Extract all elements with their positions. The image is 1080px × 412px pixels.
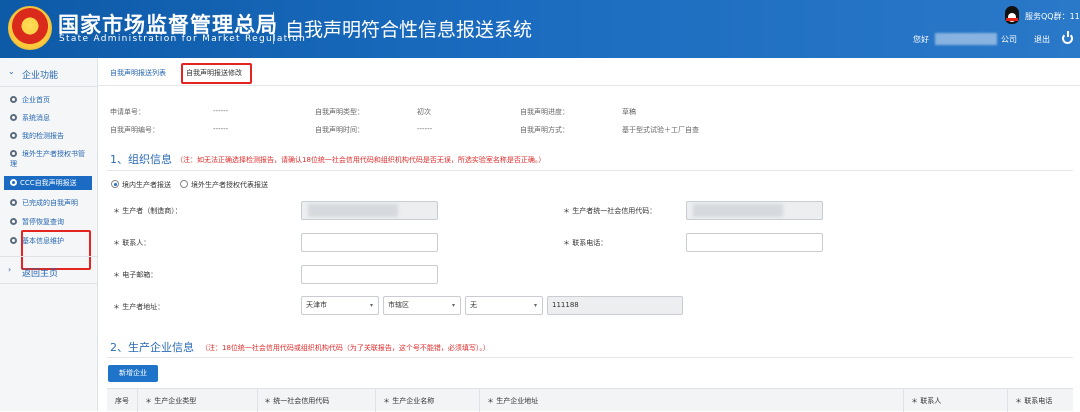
bullet-icon [10, 132, 17, 139]
sidebar-item-ccc-declaration[interactable]: CCC自我声明报送 [4, 176, 92, 190]
decl-progress-label: 自我声明进度： [520, 108, 569, 116]
contact-field[interactable] [301, 233, 438, 252]
power-icon[interactable] [1062, 31, 1073, 44]
dropdown-arrow-icon: ▾ [533, 302, 537, 309]
credit-code-label: ＊ 生产者统一社会信用代码： [563, 207, 657, 215]
qq-penguin-icon [1003, 6, 1021, 26]
bullet-icon [10, 199, 17, 206]
district-select[interactable]: 市辖区 ▾ [383, 296, 461, 315]
column-separator [479, 389, 480, 412]
section-divider [107, 170, 1073, 171]
decl-type-label: 自我声明类型： [315, 108, 364, 116]
column-header: ＊ 统一社会信用代码 [264, 397, 330, 405]
sidebar-divider [0, 283, 98, 284]
column-header: ＊ 生产企业名称 [383, 397, 435, 405]
column-header: ＊ 生产企业地址 [487, 397, 539, 405]
column-header: ＊ 联系人 [911, 397, 942, 405]
decl-type-value: 初次 [417, 108, 431, 116]
street-select[interactable]: 无 ▾ [465, 296, 543, 315]
email-label: ＊ 电子邮箱： [113, 271, 158, 279]
dropdown-arrow-icon: ▾ [369, 302, 373, 309]
producer-name-field[interactable] [301, 201, 438, 220]
bullet-icon [10, 150, 17, 157]
section-org-info-note: （注：如无法正确选择检测报告，请确认18位统一社会信用代码和组织机构代码是否无误… [176, 156, 546, 164]
sidebar-return-home[interactable]: › 返回主页 [0, 262, 98, 282]
system-name: 自我声明符合性信息报送系统 [285, 19, 533, 41]
radio-overseas-label: 境外生产者授权代表报送 [191, 181, 268, 189]
company-link[interactable]: 公司 [1001, 34, 1017, 45]
tab-declaration-list[interactable]: 自我声明报送列表 [110, 68, 166, 78]
bullet-icon [10, 179, 17, 186]
sidebar-divider [0, 86, 98, 87]
logout-link[interactable]: 退出 [1034, 34, 1050, 45]
column-separator [903, 389, 904, 412]
sidebar-divider [0, 256, 98, 257]
chevron-down-icon: ⌄ [8, 67, 15, 76]
email-field[interactable] [301, 265, 438, 284]
decl-no-value: ------ [213, 125, 229, 133]
address-label: ＊ 生产者地址： [113, 303, 165, 311]
app-header: ★ 国家市场监督管理总局 State Administration for Ma… [0, 0, 1080, 58]
column-separator [257, 389, 258, 412]
phone-label: ＊ 联系电话： [563, 239, 608, 247]
national-emblem-icon: ★ [8, 6, 52, 50]
bullet-icon [10, 237, 17, 244]
column-separator [375, 389, 376, 412]
section-divider [107, 357, 1073, 358]
phone-field[interactable] [686, 233, 823, 252]
company-table-header: 序号 ＊ 生产企业类型 ＊ 统一社会信用代码 ＊ 生产企业名称 ＊ 生产企业地址… [107, 388, 1073, 412]
highlight-box-tab [181, 63, 252, 84]
radio-overseas-representative[interactable] [180, 180, 188, 188]
decl-time-value: ------ [417, 125, 433, 133]
column-separator [1007, 389, 1008, 412]
radio-domestic-label: 境内生产者报送 [122, 181, 171, 189]
radio-domestic-producer[interactable] [111, 180, 119, 188]
postcode-field[interactable]: 111188 [547, 296, 683, 315]
section-org-info-title: 1、组织信息 [110, 153, 172, 166]
section-producer-company-title: 2、生产企业信息 [110, 341, 194, 354]
column-header: ＊ 联系电话 [1015, 397, 1053, 405]
sidebar: ⌄ 企业功能 企业首页 系统消息 我的检测报告 境外生产者授权书管 理 CCC自… [0, 58, 98, 411]
column-header: ＊ 生产企业类型 [145, 397, 197, 405]
agency-title-en: State Administration for Market Regulati… [59, 34, 307, 44]
redacted-company-name [935, 33, 997, 45]
qq-group-label: 服务QQ群：114 [1025, 12, 1080, 21]
greeting-label: 您好 [913, 35, 929, 44]
bullet-icon [10, 114, 17, 121]
apply-no-label: 申请单号： [110, 108, 145, 116]
sidebar-section-header[interactable]: ⌄ 企业功能 [0, 64, 98, 84]
decl-progress-value: 草稿 [622, 108, 636, 116]
producer-label: ＊ 生产者（制造商）： [113, 207, 182, 215]
decl-time-label: 自我声明时间： [315, 126, 364, 134]
bullet-icon [10, 218, 17, 225]
section-producer-company-note: （注：18位统一社会信用代码或组织机构代码（为了关联报告，这个号不能错，必须填写… [201, 344, 490, 352]
chevron-right-icon: › [8, 265, 12, 274]
column-separator [137, 389, 138, 412]
column-header: 序号 [115, 397, 129, 405]
decl-no-label: 自我声明编号： [110, 126, 159, 134]
add-company-button[interactable]: 新增企业 [108, 365, 158, 382]
contact-label: ＊ 联系人： [113, 239, 151, 247]
credit-code-field[interactable] [686, 201, 823, 220]
decl-method-value: 基于型式试验＋工厂自查 [622, 126, 699, 134]
decl-method-label: 自我声明方式： [520, 126, 569, 134]
header-divider [273, 12, 274, 44]
dropdown-arrow-icon: ▾ [451, 302, 455, 309]
bullet-icon [10, 96, 17, 103]
apply-no-value: ------ [213, 107, 229, 115]
city-select[interactable]: 天津市 ▾ [301, 296, 379, 315]
